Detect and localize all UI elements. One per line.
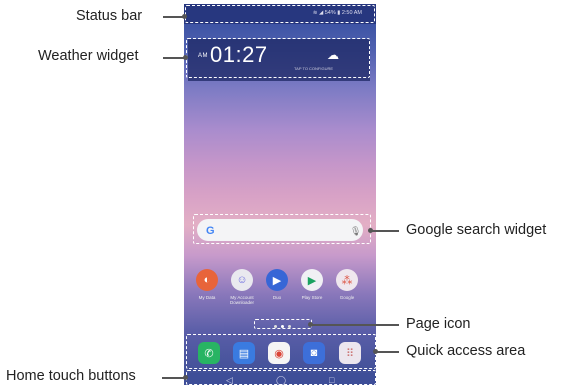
app-label: Google xyxy=(339,295,355,300)
app-google-folder-icon[interactable]: ⁂ xyxy=(336,269,358,291)
weather-widget-dot xyxy=(183,55,188,60)
google-search-widget-label: Google search widget xyxy=(406,222,547,238)
page-icon-label: Page icon xyxy=(406,316,471,332)
app-play-store-icon[interactable]: ▶ xyxy=(301,269,323,291)
search-widget-leader xyxy=(371,230,399,232)
app-duo-icon[interactable]: ▶ xyxy=(266,269,288,291)
app-label: Duo xyxy=(272,295,282,300)
quick-access-leader xyxy=(376,351,399,353)
home-touch-buttons-label: Home touch buttons xyxy=(6,368,136,384)
app-my-data-icon[interactable]: ◐ xyxy=(196,269,218,291)
home-buttons-highlight xyxy=(186,370,376,385)
status-bar-highlight xyxy=(185,5,375,23)
weather-widget-label: Weather widget xyxy=(38,48,139,64)
page-icon-leader xyxy=(311,324,399,326)
quick-access-area-label: Quick access area xyxy=(406,343,526,359)
app-label: Play Store xyxy=(301,295,323,300)
page-icon-highlight xyxy=(254,319,312,329)
weather-widget-highlight xyxy=(186,38,370,78)
search-widget-highlight xyxy=(193,214,371,244)
app-account-icon[interactable]: ☺ xyxy=(231,269,253,291)
quick-access-highlight xyxy=(186,334,376,369)
app-label: My Account Downloader xyxy=(229,295,254,305)
status-bar-label: Status bar xyxy=(76,8,143,24)
app-label: My Data xyxy=(198,295,216,300)
status-bar-dot xyxy=(182,14,187,19)
home-buttons-dot xyxy=(183,375,188,380)
